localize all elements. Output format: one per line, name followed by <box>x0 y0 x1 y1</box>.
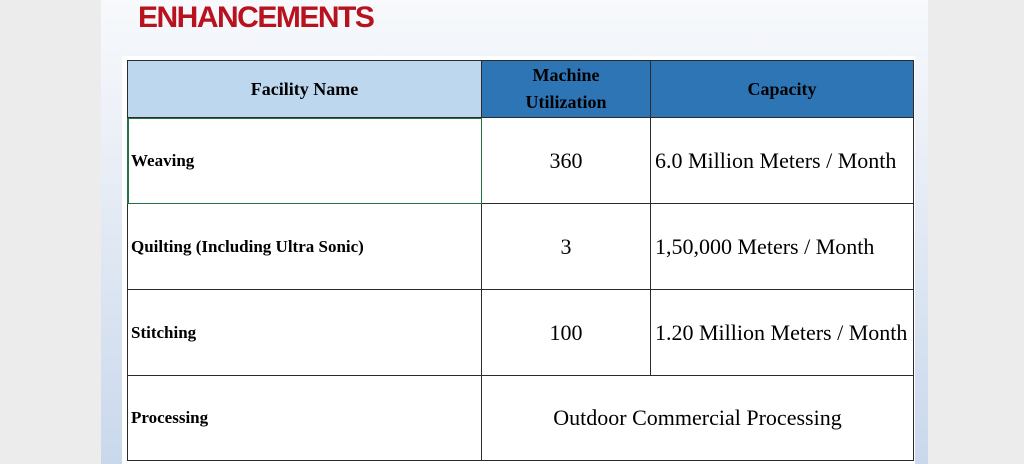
header-utilization-line1: Machine <box>532 65 600 85</box>
table-header-row: Facility Name Machine Utilization Capaci… <box>127 60 914 118</box>
header-machine-utilization[interactable]: Machine Utilization <box>481 60 651 118</box>
cell-processing-merged[interactable]: Outdoor Commercial Processing <box>481 375 914 461</box>
slide-title: ENHANCEMENTS <box>138 1 375 34</box>
header-facility-name[interactable]: Facility Name <box>127 60 482 118</box>
table-row: Quilting (Including Ultra Sonic) 3 1,50,… <box>127 203 914 290</box>
cell-utilization-stitching[interactable]: 100 <box>481 289 651 376</box>
cell-capacity-quilting[interactable]: 1,50,000 Meters / Month <box>650 203 914 290</box>
cell-capacity-weaving[interactable]: 6.0 Million Meters / Month <box>650 117 914 204</box>
enhancements-table: Facility Name Machine Utilization Capaci… <box>127 60 914 461</box>
table-row: Processing Outdoor Commercial Processing <box>127 375 914 461</box>
table-row: Weaving 360 6.0 Million Meters / Month <box>127 117 914 204</box>
cell-facility-processing[interactable]: Processing <box>127 375 482 461</box>
header-utilization-line2: Utilization <box>525 92 607 112</box>
cell-facility-stitching[interactable]: Stitching <box>127 289 482 376</box>
cell-capacity-stitching[interactable]: 1.20 Million Meters / Month <box>650 289 914 376</box>
table-row: Stitching 100 1.20 Million Meters / Mont… <box>127 289 914 376</box>
cell-utilization-weaving[interactable]: 360 <box>481 117 651 204</box>
cell-utilization-quilting[interactable]: 3 <box>481 203 651 290</box>
table-container: Facility Name Machine Utilization Capaci… <box>122 56 915 464</box>
cell-facility-weaving[interactable]: Weaving <box>127 117 482 204</box>
slide: ENHANCEMENTS Facility Name Machine Utili… <box>101 0 928 464</box>
cell-facility-quilting[interactable]: Quilting (Including Ultra Sonic) <box>127 203 482 290</box>
header-capacity[interactable]: Capacity <box>650 60 914 118</box>
